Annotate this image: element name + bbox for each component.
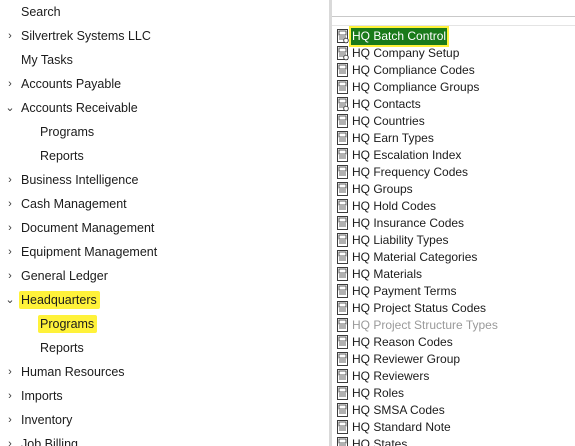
nav-item-label: My Tasks bbox=[21, 53, 73, 67]
highlight-mark: Programs bbox=[38, 315, 98, 333]
program-item-label: HQ Compliance Codes bbox=[352, 63, 475, 77]
nav-item-label: General Ledger bbox=[21, 269, 108, 283]
form-icon bbox=[336, 216, 350, 231]
program-item-label: HQ Company Setup bbox=[352, 46, 460, 60]
form-icon bbox=[336, 114, 350, 129]
nav-item-label: Imports bbox=[21, 389, 63, 403]
form-icon bbox=[336, 267, 350, 282]
form-icon bbox=[336, 318, 350, 333]
nav-item-label: Programs bbox=[38, 312, 98, 336]
program-item-label: HQ Hold Codes bbox=[352, 199, 437, 213]
chevron-right-icon[interactable]: › bbox=[3, 192, 17, 216]
program-item-label: HQ SMSA Codes bbox=[352, 403, 445, 417]
chevron-right-icon[interactable]: › bbox=[3, 168, 17, 192]
nav-item-label: Inventory bbox=[21, 413, 73, 427]
program-item-label: HQ Groups bbox=[352, 182, 413, 196]
chevron-right-icon[interactable]: › bbox=[3, 24, 17, 48]
program-item-label: HQ Reviewers bbox=[352, 369, 430, 383]
chevron-right-icon[interactable]: › bbox=[3, 264, 17, 288]
chevron-right-icon[interactable]: › bbox=[3, 216, 17, 240]
chevron-right-icon[interactable]: › bbox=[3, 384, 17, 408]
form-icon bbox=[336, 97, 350, 112]
highlight-mark: Headquarters bbox=[19, 291, 100, 309]
program-item-label: HQ Project Structure Types bbox=[352, 318, 498, 332]
chevron-right-icon[interactable]: › bbox=[3, 408, 17, 432]
program-item-label: HQ Compliance Groups bbox=[352, 80, 480, 94]
form-icon bbox=[336, 148, 350, 163]
program-item-label: HQ Insurance Codes bbox=[352, 216, 465, 230]
nav-item-label: Business Intelligence bbox=[21, 173, 139, 187]
form-icon bbox=[336, 182, 350, 197]
form-icon bbox=[336, 437, 350, 446]
chevron-right-icon[interactable]: › bbox=[3, 360, 17, 384]
nav-item-label: Equipment Management bbox=[21, 245, 158, 259]
program-item-label: HQ Project Status Codes bbox=[352, 301, 487, 315]
program-item-label: HQ Roles bbox=[352, 386, 405, 400]
program-item-label: HQ Escalation Index bbox=[352, 148, 462, 162]
nav-item-label: Silvertrek Systems LLC bbox=[21, 29, 151, 43]
form-icon bbox=[336, 284, 350, 299]
nav-item-label: Reports bbox=[40, 341, 84, 355]
nav-item-label: Job Billing bbox=[21, 437, 78, 446]
program-item-label: HQ Liability Types bbox=[352, 233, 449, 247]
form-icon bbox=[336, 403, 350, 418]
program-item-label: HQ Standard Note bbox=[352, 420, 451, 434]
program-item-label: HQ Payment Terms bbox=[352, 284, 457, 298]
form-icon bbox=[336, 369, 350, 384]
form-icon bbox=[336, 199, 350, 214]
list-top-divider bbox=[332, 25, 575, 26]
nav-item-label: Document Management bbox=[21, 221, 155, 235]
form-icon bbox=[336, 233, 350, 248]
chevron-right-icon[interactable]: › bbox=[3, 72, 17, 96]
program-item-label: HQ Materials bbox=[352, 267, 423, 281]
nav-item-label: Cash Management bbox=[21, 197, 127, 211]
program-item-label: HQ Reason Codes bbox=[352, 335, 453, 349]
nav-item-label: Human Resources bbox=[21, 365, 125, 379]
program-list-pane: HQ Batch Control HQ Company Setup HQ Compl… bbox=[332, 0, 575, 446]
navigation-tree: Search › Silvertrek Systems LLC My Tasks › Ac… bbox=[0, 0, 329, 446]
nav-item-label: Search bbox=[21, 5, 61, 19]
header-divider bbox=[332, 16, 575, 17]
program-item-label: HQ Earn Types bbox=[352, 131, 434, 145]
form-icon bbox=[336, 386, 350, 401]
form-icon bbox=[336, 250, 350, 265]
chevron-down-icon[interactable]: ⌄ bbox=[3, 96, 17, 120]
form-icon bbox=[336, 335, 350, 350]
program-item-label: HQ Batch Control bbox=[348, 26, 450, 47]
program-item-label: HQ Material Categories bbox=[352, 250, 478, 264]
nav-item-label: Accounts Receivable bbox=[21, 101, 138, 115]
form-icon bbox=[336, 352, 350, 367]
app-window: Search › Silvertrek Systems LLC My Tasks › Ac… bbox=[0, 0, 575, 446]
program-item-label: HQ Reviewer Group bbox=[352, 352, 461, 366]
program-item-label: HQ Countries bbox=[352, 114, 425, 128]
program-item-label: HQ Contacts bbox=[352, 97, 421, 111]
chevron-right-icon[interactable]: › bbox=[3, 432, 17, 446]
form-icon bbox=[336, 46, 350, 61]
program-item-label: HQ Frequency Codes bbox=[352, 165, 469, 179]
form-icon bbox=[336, 80, 350, 95]
form-icon bbox=[336, 301, 350, 316]
list-header-strip bbox=[332, 0, 575, 17]
program-item-label: HQ States bbox=[352, 437, 408, 446]
form-icon bbox=[336, 29, 350, 44]
chevron-down-icon[interactable]: ⌄ bbox=[3, 288, 17, 312]
form-icon bbox=[336, 63, 350, 78]
form-icon bbox=[336, 165, 350, 180]
nav-item-label: Programs bbox=[40, 125, 95, 139]
nav-item-label: Headquarters bbox=[19, 288, 100, 312]
nav-item-label: Reports bbox=[40, 149, 84, 163]
form-icon bbox=[336, 420, 350, 435]
chevron-right-icon[interactable]: › bbox=[3, 240, 17, 264]
form-icon bbox=[336, 131, 350, 146]
nav-item-label: Accounts Payable bbox=[21, 77, 122, 91]
